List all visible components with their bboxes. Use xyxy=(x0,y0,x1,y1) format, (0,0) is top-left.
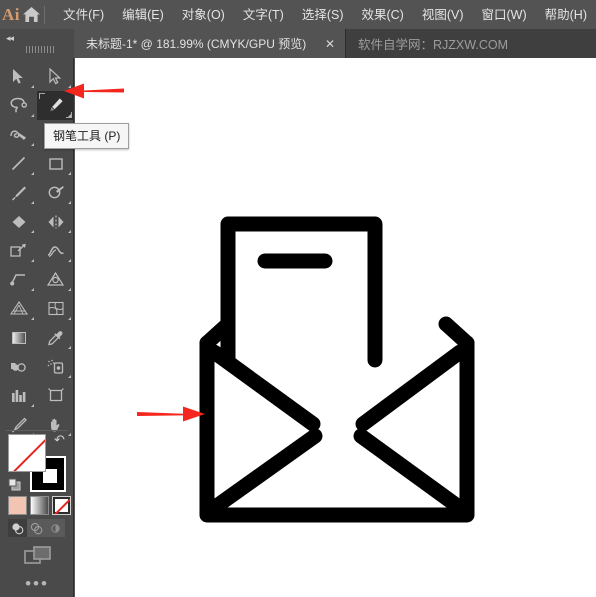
close-icon[interactable]: ✕ xyxy=(321,38,339,50)
flyout-triangle-icon[interactable] xyxy=(68,346,71,349)
rectangle-tool[interactable] xyxy=(37,149,74,178)
flyout-triangle-icon[interactable] xyxy=(31,404,34,407)
curvature-tool[interactable] xyxy=(0,120,37,149)
menu-item-object[interactable]: 对象(O) xyxy=(173,3,234,27)
gradient-tool[interactable] xyxy=(0,323,37,352)
double-chevron-left-icon[interactable]: ◂◂ xyxy=(6,33,14,44)
flyout-triangle-icon[interactable] xyxy=(68,172,71,175)
flyout-triangle-icon[interactable] xyxy=(31,317,34,320)
document-tab-title: 未标题-1* @ 181.99% (CMYK/GPU 预览) xyxy=(86,37,307,51)
menu-item-help[interactable]: 帮助(H) xyxy=(536,3,596,27)
home-icon[interactable] xyxy=(22,0,42,29)
menu-bar: Ai 文件(F) 编辑(E) 对象(O) 文字(T) 选择(S) 效果(C) 视… xyxy=(0,0,596,29)
draw-normal-mode[interactable] xyxy=(8,519,27,537)
menu-item-effect[interactable]: 效果(C) xyxy=(352,3,412,27)
artboard-tool[interactable] xyxy=(37,381,74,410)
fill-swatch-none[interactable] xyxy=(8,434,46,472)
flyout-triangle-icon[interactable] xyxy=(68,201,71,204)
selection-tool[interactable] xyxy=(0,62,37,91)
perspective-grid-tool-2[interactable] xyxy=(0,294,37,323)
paintbrush-tool[interactable] xyxy=(0,178,37,207)
flyout-triangle-icon[interactable] xyxy=(31,259,34,262)
none-swatch[interactable] xyxy=(52,496,71,515)
illustrator-window: Ai 文件(F) 编辑(E) 对象(O) 文字(T) 选择(S) 效果(C) 视… xyxy=(0,0,596,597)
toolbar-divider xyxy=(6,430,68,431)
blend-tool[interactable] xyxy=(0,352,37,381)
menu-item-view[interactable]: 视图(V) xyxy=(413,3,473,27)
default-fill-stroke-icon[interactable] xyxy=(8,478,21,491)
flyout-triangle-icon[interactable] xyxy=(68,259,71,262)
flyout-triangle-icon[interactable] xyxy=(68,230,71,233)
flyout-triangle-icon[interactable] xyxy=(68,114,71,117)
gradient-swatch[interactable] xyxy=(30,496,49,515)
arrow-pointing-pen-tool xyxy=(64,83,124,99)
flyout-triangle-icon[interactable] xyxy=(31,288,34,291)
column-graph-tool[interactable] xyxy=(0,381,37,410)
flyout-triangle-icon[interactable] xyxy=(31,143,34,146)
envelope-letter-vector[interactable] xyxy=(75,58,596,597)
eraser-tool[interactable] xyxy=(0,207,37,236)
reflect-tool[interactable] xyxy=(37,207,74,236)
menu-divider xyxy=(43,5,45,24)
flyout-triangle-icon[interactable] xyxy=(31,201,34,204)
draw-behind-mode[interactable] xyxy=(27,519,46,537)
perspective-grid-tool[interactable] xyxy=(37,265,74,294)
more-tools-button[interactable]: ••• xyxy=(0,575,74,592)
none-slash-icon xyxy=(53,497,70,514)
flyout-triangle-icon[interactable] xyxy=(68,317,71,320)
flyout-triangle-icon[interactable] xyxy=(31,85,34,88)
lasso-tool[interactable] xyxy=(0,91,37,120)
menu-item-list: 文件(F) 编辑(E) 对象(O) 文字(T) 选择(S) 效果(C) 视图(V… xyxy=(54,3,596,27)
symbol-sprayer-tool[interactable] xyxy=(37,352,74,381)
fill-stroke-control[interactable]: ↶ xyxy=(8,432,66,492)
shaper-tool[interactable] xyxy=(37,178,74,207)
drawing-mode-buttons xyxy=(8,519,65,537)
swap-fill-stroke-icon[interactable]: ↶ xyxy=(54,432,65,448)
menu-item-type[interactable]: 文字(T) xyxy=(234,3,293,27)
eyedropper-tool[interactable] xyxy=(37,323,74,352)
color-swatch-flat[interactable] xyxy=(8,496,27,515)
mesh-tool[interactable] xyxy=(37,294,74,323)
flyout-triangle-icon[interactable] xyxy=(68,375,71,378)
flyout-triangle-icon[interactable] xyxy=(31,230,34,233)
line-segment-tool[interactable] xyxy=(0,149,37,178)
menu-item-edit[interactable]: 编辑(E) xyxy=(113,3,173,27)
color-mode-swatches xyxy=(8,496,71,515)
tools-panel: ◂◂ ↶ ••• xyxy=(0,29,74,597)
menu-item-select[interactable]: 选择(S) xyxy=(293,3,353,27)
screen-mode-icon[interactable] xyxy=(24,545,52,567)
none-slash-icon xyxy=(12,435,45,471)
app-logo: Ai xyxy=(1,5,20,24)
width-tool[interactable] xyxy=(37,236,74,265)
canvas-area[interactable] xyxy=(75,58,596,597)
panel-drag-handle[interactable] xyxy=(26,46,56,53)
shape-builder-tool[interactable] xyxy=(0,265,37,294)
flyout-triangle-icon[interactable] xyxy=(31,172,34,175)
document-tab[interactable]: 未标题-1* @ 181.99% (CMYK/GPU 预览) ✕ xyxy=(74,29,346,58)
flyout-triangle-icon[interactable] xyxy=(68,288,71,291)
tools-panel-grip[interactable]: ◂◂ xyxy=(0,29,74,58)
draw-inside-mode[interactable] xyxy=(46,519,65,537)
flyout-triangle-icon[interactable] xyxy=(31,114,34,117)
document-tab-bar: 未标题-1* @ 181.99% (CMYK/GPU 预览) ✕ 软件自学网：R… xyxy=(0,29,596,58)
flyout-triangle-icon[interactable] xyxy=(68,433,71,436)
free-transform-tool[interactable] xyxy=(0,236,37,265)
arrow-pointing-envelope xyxy=(137,406,205,422)
menu-item-window[interactable]: 窗口(W) xyxy=(473,3,536,27)
menu-item-file[interactable]: 文件(F) xyxy=(54,3,113,27)
pen-tool-tooltip: 钢笔工具 (P) xyxy=(44,123,130,149)
watermark-text: 软件自学网：RJZXW.COM xyxy=(358,38,508,52)
